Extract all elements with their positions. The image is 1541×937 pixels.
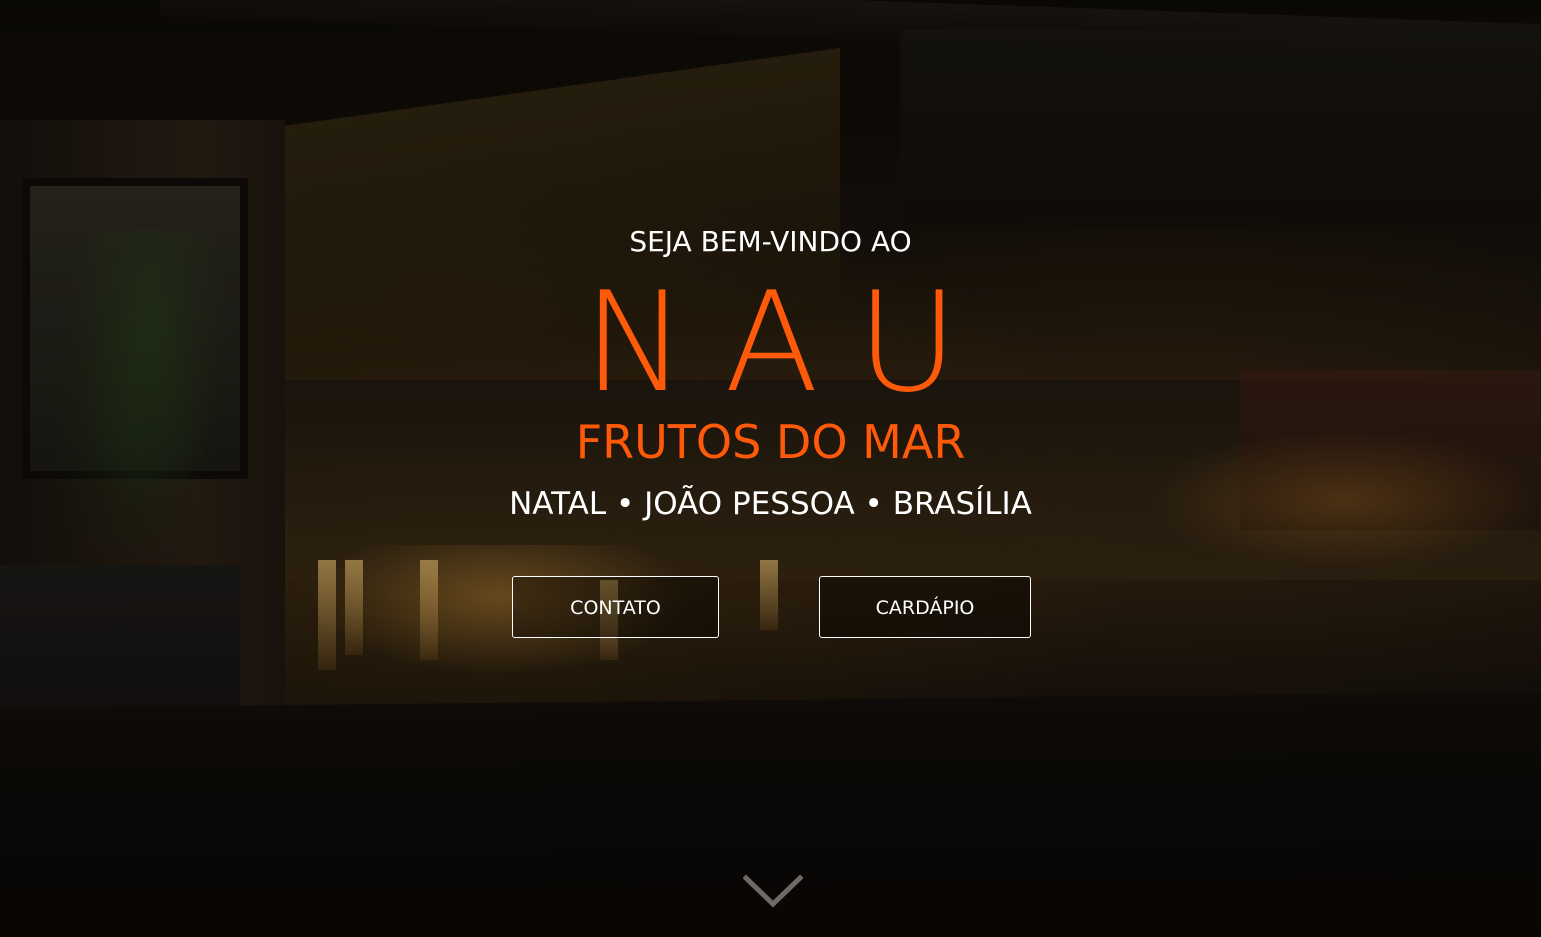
menu-button[interactable]: CARDÁPIO <box>819 576 1031 638</box>
brand-subtitle: FRUTOS DO MAR <box>575 415 966 469</box>
brand-title: NAU <box>583 262 996 423</box>
chevron-down-icon[interactable] <box>742 870 804 910</box>
contact-button[interactable]: CONTATO <box>512 576 719 638</box>
hero-section: SEJA BEM-VINDO AO NAU FRUTOS DO MAR NATA… <box>0 0 1541 937</box>
cities-list: NATAL • JOÃO PESSOA • BRASÍLIA <box>509 486 1032 522</box>
welcome-text: SEJA BEM-VINDO AO <box>629 225 912 258</box>
